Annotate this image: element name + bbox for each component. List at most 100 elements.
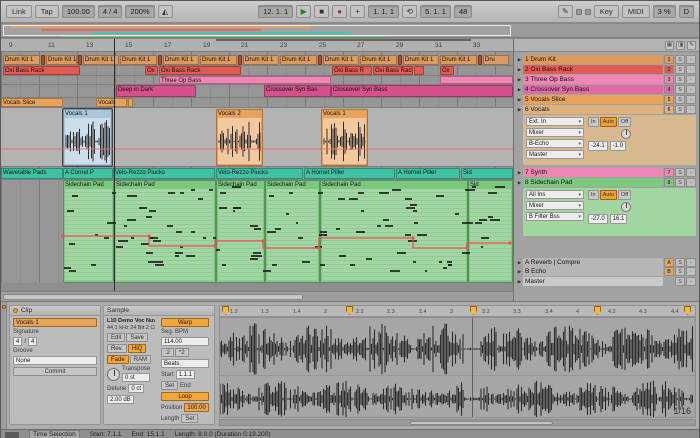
arm-button[interactable]: ◦ [686,178,696,187]
transpose-knob[interactable] [107,368,120,381]
arrangement-clip[interactable]: A Hornet Piller [304,168,395,179]
position-field[interactable]: 100.00 [184,403,208,412]
time-signature-field[interactable]: 4 / 4 [98,5,123,18]
arm-button[interactable]: ◦ [686,168,696,177]
loop-start-field[interactable]: 1. 1. 1 [368,5,399,18]
fold-icon[interactable]: ▶ [516,85,523,94]
arrangement-clip[interactable]: Dru [483,55,509,65]
record-icon[interactable]: ● [332,5,347,18]
sends-section-icon[interactable]: ◨ [676,41,685,50]
input-routing-select[interactable]: All Ins [526,190,584,199]
track-header[interactable]: ▶ 7 Synth 7 S ◦ [516,168,696,177]
track-activator-button[interactable]: 1 [664,55,674,64]
arrangement-clip[interactable] [318,55,322,65]
reverse-button[interactable]: Rev. [107,344,127,353]
track-name[interactable]: 1 Drum Kit [523,55,663,64]
track-activator-button[interactable]: 7 [664,168,674,177]
track-header[interactable]: ▶ Master S ◦ [516,277,696,286]
arrangement-clip[interactable]: Drum Kit 1 [120,55,157,65]
track-name[interactable]: 7 Synth [523,168,663,177]
arm-button[interactable]: ◦ [686,277,696,286]
commit-button[interactable]: Commit [13,367,97,376]
arrangement-clip[interactable]: Drum Kit 1 [403,55,439,65]
arrangement-clip[interactable]: Drum Kit 1 [360,55,397,65]
warp-marker[interactable] [470,306,477,315]
arrangement-clip[interactable]: Drum Kit 1 [46,55,77,65]
warp-toggle[interactable]: Warp [161,318,209,327]
arrangement-clip[interactable]: Three Op Bass [159,76,331,84]
arrangement-clip[interactable] [238,55,242,65]
arrangement-clip[interactable]: Ox [145,66,158,75]
arrangement-clip[interactable]: Drum Kit 1 [200,55,237,65]
solo-button[interactable]: S [675,75,685,84]
double-tempo-button[interactable]: *2 [175,348,189,357]
track-activator-button[interactable]: 6 [664,105,674,114]
solo-button[interactable]: S [675,277,685,286]
track-activator-button[interactable]: 5 [664,95,674,104]
pan-knob[interactable] [621,202,631,212]
monitor-auto-button[interactable]: Auto [600,190,617,200]
fold-icon[interactable]: ▶ [516,55,523,64]
arrangement-clip[interactable] [128,98,133,107]
tempo-field[interactable]: 100.00 [62,5,95,18]
arm-button[interactable]: ◦ [686,258,696,267]
fold-icon[interactable]: ▶ [516,65,523,74]
arrangement-clip[interactable]: Crossover Syn Bas [264,85,331,97]
arrangement-clip[interactable] [41,55,45,65]
arm-button[interactable]: ◦ [686,267,696,276]
track-header[interactable]: ▶ 4 Crossover Syn Bass 4 S ◦ [516,85,696,94]
arrangement-clip[interactable]: Velo-Rezzo Plucks [216,168,303,179]
warp-marker[interactable] [684,306,691,315]
arrangement-clip[interactable]: Sidechain Pad [265,180,320,283]
arrangement-overview[interactable] [1,24,699,38]
io-section-icon[interactable]: ▦ [665,41,674,50]
track-name[interactable]: 8 Sidechain Pad [523,178,663,187]
info-view-toggle[interactable] [5,432,19,438]
arrangement-clip[interactable]: Oxi Bass Rach [373,66,413,75]
input-routing-select[interactable]: Ext. In [526,117,584,126]
loop-toggle[interactable]: Loop [161,392,209,401]
arm-button[interactable]: ◦ [686,55,696,64]
detune-field[interactable]: 0 ct [128,384,144,393]
volume-field[interactable]: -24.1 [588,141,608,151]
groove-select[interactable]: None [13,356,97,365]
track-header[interactable]: ▶ 1 Drum Kit 1 S ◦ [516,55,696,64]
arrangement-clip[interactable]: Vocals [96,98,127,107]
arrangement-clip[interactable] [158,55,162,65]
track-name[interactable]: 3 Three Op Bass [523,75,663,84]
warp-marker[interactable] [346,306,353,315]
fold-icon[interactable]: ▶ [516,258,523,267]
arrangement-clip[interactable]: Sid [461,168,513,179]
arrangement-clip[interactable]: Vocals Slice [1,98,63,107]
overview-viewport[interactable] [3,25,511,36]
pan-field[interactable]: 16.1 [610,214,628,224]
arrangement-clip[interactable]: Crossover Syn Bass [331,85,513,97]
set-length-button[interactable]: Set [181,414,198,423]
punch-field[interactable]: 48 [454,5,472,18]
track-header[interactable]: ▶ 8 Sidechain Pad 8 S ◦ [516,178,696,187]
loop-icon[interactable]: ⟲ [402,5,417,18]
track-activator-button[interactable]: B [664,267,674,276]
sample-scrollbar-thumb[interactable] [410,421,553,425]
track-name[interactable]: A Reverb | Compre [523,258,663,267]
solo-button[interactable]: S [675,85,685,94]
fold-icon[interactable]: ▶ [516,75,523,84]
output-routing-select[interactable]: Master [526,150,584,159]
playhead[interactable] [114,39,115,291]
save-sample-button[interactable]: Save [126,333,148,342]
arrangement-clip[interactable] [478,55,482,65]
pan-knob[interactable] [621,129,631,139]
link-button[interactable]: Link [6,5,32,18]
arrangement-clip[interactable]: Drum Kit 1 [440,55,477,65]
arrangement-clip[interactable]: Sidechain Pad [320,180,468,283]
track-name[interactable]: 6 Vocals [523,105,663,114]
fold-icon[interactable]: ▶ [516,168,523,177]
sample-scrollbar[interactable] [219,419,696,426]
track-name[interactable]: 4 Crossover Syn Bass [523,85,663,94]
arm-button[interactable]: ◦ [686,65,696,74]
play-icon[interactable]: ▶ [296,5,311,18]
track-name[interactable]: 5 Vocals Slice [523,95,663,104]
key-map-button[interactable]: Key [594,5,619,18]
arrangement-clip[interactable]: Drum Kit 1 [3,55,40,65]
track-activator-button[interactable]: 8 [664,178,674,187]
